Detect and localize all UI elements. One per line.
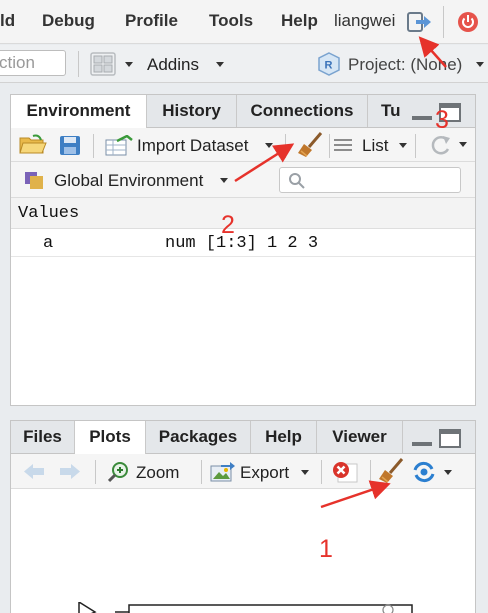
- pane-layout-dropdown[interactable]: [125, 62, 133, 67]
- save-icon[interactable]: [59, 135, 81, 156]
- menu-build[interactable]: ld: [0, 11, 15, 31]
- tab-history[interactable]: History: [147, 95, 237, 127]
- table-row[interactable]: a num [1:3] 1 2 3: [11, 229, 475, 257]
- values-section-title: Values: [18, 204, 80, 223]
- menu-bar: ld Debug Profile Tools Help liangwei: [0, 0, 488, 44]
- annotation-marker-2: 2: [221, 211, 235, 239]
- refresh-caret-icon: [459, 142, 467, 147]
- sign-out-icon[interactable]: [406, 11, 432, 33]
- environment-pane: Environment History Connections Tu Impor…: [10, 94, 476, 406]
- export-menu[interactable]: Export: [240, 463, 289, 483]
- zoom-button[interactable]: Zoom: [136, 463, 179, 483]
- plots-tabbar: Files Plots Packages Help Viewer: [11, 421, 475, 454]
- plots-toolbar-separator: [95, 460, 96, 484]
- goto-file-input[interactable]: ction: [0, 50, 66, 76]
- minimize-icon[interactable]: [412, 442, 432, 446]
- previous-plot-icon[interactable]: [23, 463, 45, 480]
- environment-tabbar: Environment History Connections Tu: [11, 95, 475, 128]
- main-toolbar: ction Addins R Project: (None): [0, 45, 488, 83]
- annotation-marker-1: 1: [319, 535, 333, 563]
- tab-files[interactable]: Files: [11, 421, 75, 453]
- project-menu[interactable]: Project: (None): [348, 55, 462, 75]
- plot-canvas-edge: [78, 602, 413, 613]
- plots-toolbar-separator-2: [201, 460, 202, 484]
- environment-toolbar: Import Dataset List: [11, 128, 475, 162]
- env-toolbar-separator-2: [285, 134, 286, 158]
- export-caret-icon: [301, 470, 309, 475]
- tab-environment[interactable]: Environment: [11, 95, 147, 128]
- pane-layout-icon[interactable]: [90, 52, 116, 76]
- menu-help[interactable]: Help: [281, 11, 318, 31]
- tab-plots[interactable]: Plots: [75, 421, 146, 454]
- project-caret-icon: [476, 62, 484, 67]
- variable-name: a: [43, 234, 54, 253]
- power-icon[interactable]: [457, 11, 479, 33]
- plots-toolbar: Zoom Export: [11, 454, 475, 489]
- menu-tools[interactable]: Tools: [209, 11, 253, 31]
- r-environment-icon: [25, 172, 43, 189]
- plots-toolbar-separator-4: [370, 460, 371, 484]
- clear-plots-broom-icon[interactable]: [377, 457, 405, 485]
- addins-menu[interactable]: Addins: [147, 55, 199, 75]
- tab-tutorial[interactable]: Tu: [368, 95, 404, 127]
- tab-connections[interactable]: Connections: [237, 95, 368, 127]
- environment-selector-bar: Global Environment: [11, 162, 475, 198]
- list-view-menu[interactable]: List: [362, 136, 388, 156]
- annotation-marker-3: 3: [435, 106, 449, 134]
- import-dataset-button[interactable]: Import Dataset: [137, 136, 249, 156]
- env-toolbar-separator: [93, 134, 94, 158]
- sync-caret-icon: [444, 470, 452, 475]
- username: liangwei: [334, 11, 396, 30]
- values-section-header: Values: [11, 198, 475, 229]
- variable-value: num [1:3] 1 2 3: [165, 234, 319, 253]
- zoom-icon: [108, 462, 128, 483]
- plots-toolbar-separator-3: [321, 460, 322, 484]
- menu-separator: [443, 6, 444, 38]
- minimize-icon[interactable]: [412, 116, 432, 120]
- r-project-icon: R: [318, 52, 340, 76]
- env-toolbar-separator-3: [329, 134, 330, 158]
- environment-search-input[interactable]: [279, 167, 461, 193]
- broom-icon[interactable]: [296, 131, 324, 159]
- sync-icon[interactable]: [411, 461, 437, 483]
- open-folder-icon[interactable]: [19, 134, 47, 156]
- import-dataset-icon: [105, 135, 133, 156]
- toolbar-separator: [78, 51, 79, 77]
- list-view-caret-icon: [399, 143, 407, 148]
- plot-viewer: [11, 489, 475, 613]
- plots-pane: Files Plots Packages Help Viewer Zoom Ex…: [10, 420, 476, 613]
- refresh-icon[interactable]: [429, 134, 453, 156]
- goto-file-placeholder: ction: [0, 53, 35, 72]
- menu-profile[interactable]: Profile: [125, 11, 178, 31]
- environment-selector[interactable]: Global Environment: [54, 171, 203, 191]
- search-icon: [289, 173, 305, 189]
- environment-selector-caret-icon: [220, 178, 228, 183]
- menu-debug[interactable]: Debug: [42, 11, 95, 31]
- maximize-icon[interactable]: [439, 429, 461, 448]
- tab-packages[interactable]: Packages: [146, 421, 251, 453]
- next-plot-icon[interactable]: [59, 463, 81, 480]
- svg-text:R: R: [325, 60, 333, 72]
- tab-help[interactable]: Help: [251, 421, 317, 453]
- tab-viewer[interactable]: Viewer: [317, 421, 403, 453]
- remove-plot-icon[interactable]: [332, 461, 358, 483]
- export-icon: [210, 462, 235, 482]
- addins-caret-icon: [216, 62, 224, 67]
- env-toolbar-separator-4: [415, 134, 416, 158]
- list-view-icon: [334, 139, 352, 151]
- import-dataset-caret-icon: [265, 143, 273, 148]
